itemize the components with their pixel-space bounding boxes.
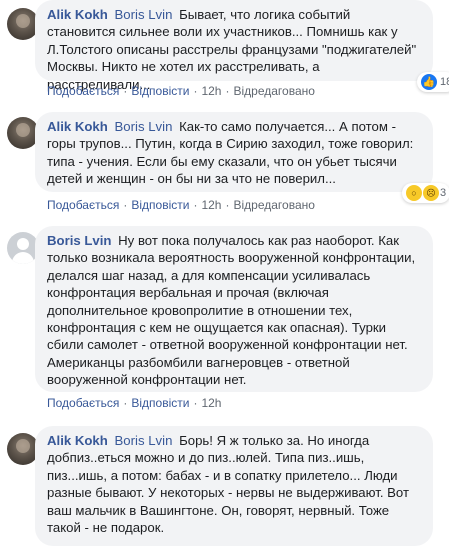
edited-label: Відредаговано (233, 198, 315, 212)
like-button[interactable]: Подобається (47, 198, 119, 212)
like-button[interactable]: Подобається (47, 84, 119, 98)
comment-bubble: Boris Lvin Ну вот пока получалось как ра… (35, 226, 433, 392)
comment-text: Ну вот пока получалось как раз наоборот.… (47, 233, 416, 388)
like-icon: 👍 (421, 74, 437, 90)
comment-bubble: Alik Kokh Boris Lvin Борь! Я ж только за… (35, 426, 433, 546)
timestamp[interactable]: 12h (201, 84, 221, 98)
sad-icon: ☹ (423, 185, 439, 201)
reply-button[interactable]: Відповісти (131, 396, 189, 410)
mention-link[interactable]: Boris Lvin (115, 433, 173, 448)
reply-button[interactable]: Відповісти (131, 198, 189, 212)
author-name[interactable]: Alik Kokh (47, 119, 108, 134)
reactions-summary[interactable]: ○ ☹ 3 (402, 183, 449, 203)
author-name[interactable]: Alik Kokh (47, 7, 108, 22)
comment-actions: Подобається · Відповісти · 12h · Відредаговано (47, 198, 315, 212)
like-button[interactable]: Подобається (47, 396, 119, 410)
author-name[interactable]: Boris Lvin (47, 233, 111, 248)
comment-text: Борь! Я ж только за. Но иногда добпиз..е… (47, 433, 410, 536)
avatar-body (12, 252, 34, 264)
wow-icon: ○ (406, 185, 422, 201)
author-name[interactable]: Alik Kokh (47, 433, 108, 448)
reply-button[interactable]: Відповісти (131, 84, 189, 98)
comment-bubble: Alik Kokh Boris Lvin Бывает, что логика … (35, 0, 433, 92)
timestamp[interactable]: 12h (201, 396, 221, 410)
edited-label: Відредаговано (233, 84, 315, 98)
timestamp[interactable]: 12h (201, 198, 221, 212)
comment-actions: Подобається · Відповісти · 12h (47, 396, 222, 410)
reactions-summary[interactable]: 👍 18 (417, 72, 449, 92)
comment-actions: Подобається · Відповісти · 12h · Відредаговано (47, 84, 315, 98)
avatar-head (17, 238, 29, 250)
comment-bubble: Alik Kokh Boris Lvin Как-то само получае… (35, 112, 433, 192)
reaction-count: 3 (440, 187, 447, 199)
mention-link[interactable]: Boris Lvin (115, 119, 173, 134)
mention-link[interactable]: Boris Lvin (115, 7, 173, 22)
reaction-count: 18 (440, 76, 449, 88)
